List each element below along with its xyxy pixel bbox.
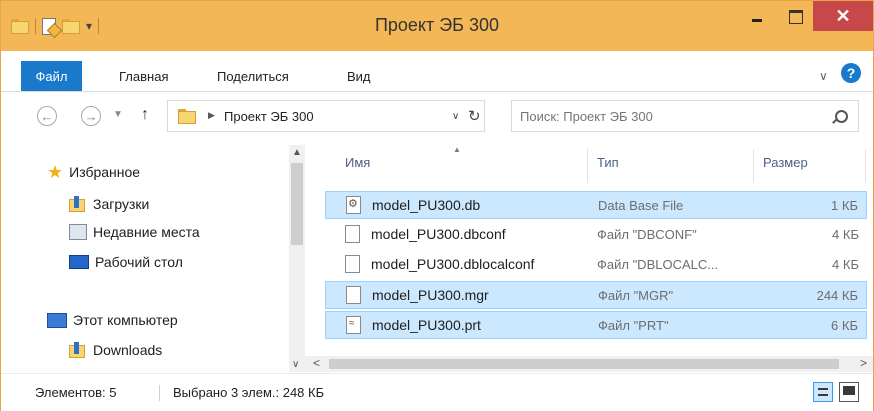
nav-item-label: Недавние места: [93, 224, 200, 240]
file-list-scrollbar[interactable]: < >: [305, 356, 873, 372]
table-row[interactable]: model_PU300.dbconf Файл "DBCONF" 4 КБ: [325, 221, 867, 249]
file-icon: [345, 255, 360, 273]
file-type: Файл "MGR": [598, 288, 674, 303]
scroll-up-icon[interactable]: ▲: [292, 147, 302, 158]
downloads-folder-icon: [69, 196, 87, 212]
star-icon: ★: [47, 162, 64, 182]
table-row[interactable]: model_PU300.db Data Base File 1 КБ: [325, 191, 867, 219]
help-icon[interactable]: ?: [841, 63, 861, 83]
column-divider[interactable]: [865, 149, 866, 183]
nav-item-downloads[interactable]: Загрузки: [69, 193, 149, 215]
file-size: 1 КБ: [831, 198, 858, 213]
recent-locations-icon[interactable]: ▼: [113, 109, 123, 120]
scrollbar-thumb[interactable]: [291, 163, 303, 245]
search-icon[interactable]: [835, 110, 848, 123]
expand-ribbon-icon[interactable]: ∨: [819, 69, 828, 83]
column-header-name[interactable]: Имя: [345, 155, 370, 170]
column-header-size[interactable]: Размер: [763, 155, 808, 170]
nav-item-pc-downloads[interactable]: Downloads: [69, 339, 162, 361]
column-divider[interactable]: [753, 149, 754, 183]
folder-icon: [178, 108, 196, 124]
back-icon[interactable]: ←: [37, 106, 57, 126]
downloads-folder-icon: [69, 342, 87, 358]
computer-icon: [47, 312, 67, 328]
minimize-icon: [752, 18, 762, 22]
title-bar: ▾ Проект ЭБ 300 ✕: [1, 1, 873, 51]
nav-item-label: Downloads: [93, 342, 163, 358]
nav-item-recent-places[interactable]: Недавние места: [69, 221, 200, 243]
minimize-button[interactable]: [743, 1, 771, 33]
nav-pane-scrollbar[interactable]: ▲ ∨: [289, 145, 305, 372]
file-name: model_PU300.db: [372, 197, 481, 213]
breadcrumb[interactable]: Проект ЭБ 300: [224, 109, 314, 124]
breadcrumb-chevron-icon[interactable]: ▶: [208, 110, 215, 121]
scroll-down-icon[interactable]: ∨: [292, 359, 299, 370]
refresh-icon[interactable]: ↻: [468, 107, 481, 125]
sort-ascending-icon: ▲: [453, 145, 461, 154]
search-box[interactable]: [511, 100, 859, 132]
search-input[interactable]: [520, 106, 820, 126]
prt-file-icon: [346, 316, 361, 334]
file-icon: [345, 225, 360, 243]
nav-item-this-pc[interactable]: Этот компьютер: [47, 309, 178, 331]
close-button[interactable]: ✕: [813, 1, 873, 31]
nav-item-label: Избранное: [69, 164, 141, 180]
close-icon: ✕: [835, 5, 851, 26]
file-size: 4 КБ: [832, 257, 859, 272]
address-history-icon[interactable]: ∨: [452, 111, 459, 122]
table-row[interactable]: model_PU300.dblocalconf Файл "DBLOCALC..…: [325, 251, 867, 279]
address-bar[interactable]: ▶ Проект ЭБ 300 ∨ ↻: [167, 100, 485, 132]
navigation-pane: ★ Избранное Загрузки Недавние места Рабо…: [1, 145, 289, 372]
large-icons-view-icon[interactable]: [839, 382, 859, 402]
db-file-icon: [346, 196, 361, 214]
file-icon: [346, 286, 361, 304]
file-name: model_PU300.dbconf: [371, 226, 506, 242]
file-list: Имя ▲ Тип Размер model_PU300.db Data Bas…: [305, 145, 873, 356]
status-divider: [159, 385, 160, 401]
ribbon: Файл Главная Поделиться Вид ∨ ?: [1, 51, 873, 92]
tab-home[interactable]: Главная: [119, 69, 168, 84]
explorer-window: ▾ Проект ЭБ 300 ✕ Файл Главная Поделитьс…: [0, 0, 874, 411]
file-type: Файл "PRT": [598, 318, 669, 333]
table-row[interactable]: model_PU300.prt Файл "PRT" 6 КБ: [325, 311, 867, 339]
forward-icon[interactable]: →: [81, 106, 101, 126]
column-header-type[interactable]: Тип: [597, 155, 619, 170]
nav-item-label: Этот компьютер: [73, 312, 178, 328]
scrollbar-thumb[interactable]: [329, 359, 839, 369]
file-type: Файл "DBLOCALC...: [597, 257, 719, 272]
maximize-icon: [789, 10, 803, 24]
file-name: model_PU300.mgr: [372, 287, 489, 303]
tab-view[interactable]: Вид: [347, 69, 371, 84]
up-icon[interactable]: ↑: [141, 106, 149, 124]
tab-file[interactable]: Файл: [21, 61, 82, 91]
scroll-right-icon[interactable]: >: [860, 356, 867, 370]
nav-item-desktop[interactable]: Рабочий стол: [69, 251, 183, 273]
file-name: model_PU300.prt: [372, 317, 481, 333]
desktop-icon: [69, 255, 89, 269]
maximize-button[interactable]: [782, 1, 810, 33]
file-size: 4 КБ: [832, 227, 859, 242]
file-size: 244 КБ: [816, 288, 858, 303]
nav-item-label: Загрузки: [93, 196, 150, 212]
navigation-bar: ← → ▼ ↑ ▶ Проект ЭБ 300 ∨ ↻: [1, 92, 873, 144]
tab-share[interactable]: Поделиться: [217, 69, 289, 84]
status-bar: Элементов: 5 Выбрано 3 элем.: 248 КБ: [1, 373, 873, 411]
nav-item-label: Рабочий стол: [95, 254, 183, 270]
file-name: model_PU300.dblocalconf: [371, 256, 535, 272]
recent-places-icon: [69, 224, 87, 240]
details-view-icon[interactable]: [813, 382, 833, 402]
scroll-left-icon[interactable]: <: [313, 356, 320, 370]
file-type: Файл "DBCONF": [597, 227, 697, 242]
file-type: Data Base File: [598, 198, 684, 213]
selection-info: Выбрано 3 элем.: 248 КБ: [173, 385, 325, 400]
nav-item-favorites[interactable]: ★ Избранное: [47, 161, 140, 183]
item-count: Элементов: 5: [35, 385, 117, 400]
column-divider[interactable]: [587, 149, 588, 183]
file-size: 6 КБ: [831, 318, 858, 333]
table-row[interactable]: model_PU300.mgr Файл "MGR" 244 КБ: [325, 281, 867, 309]
